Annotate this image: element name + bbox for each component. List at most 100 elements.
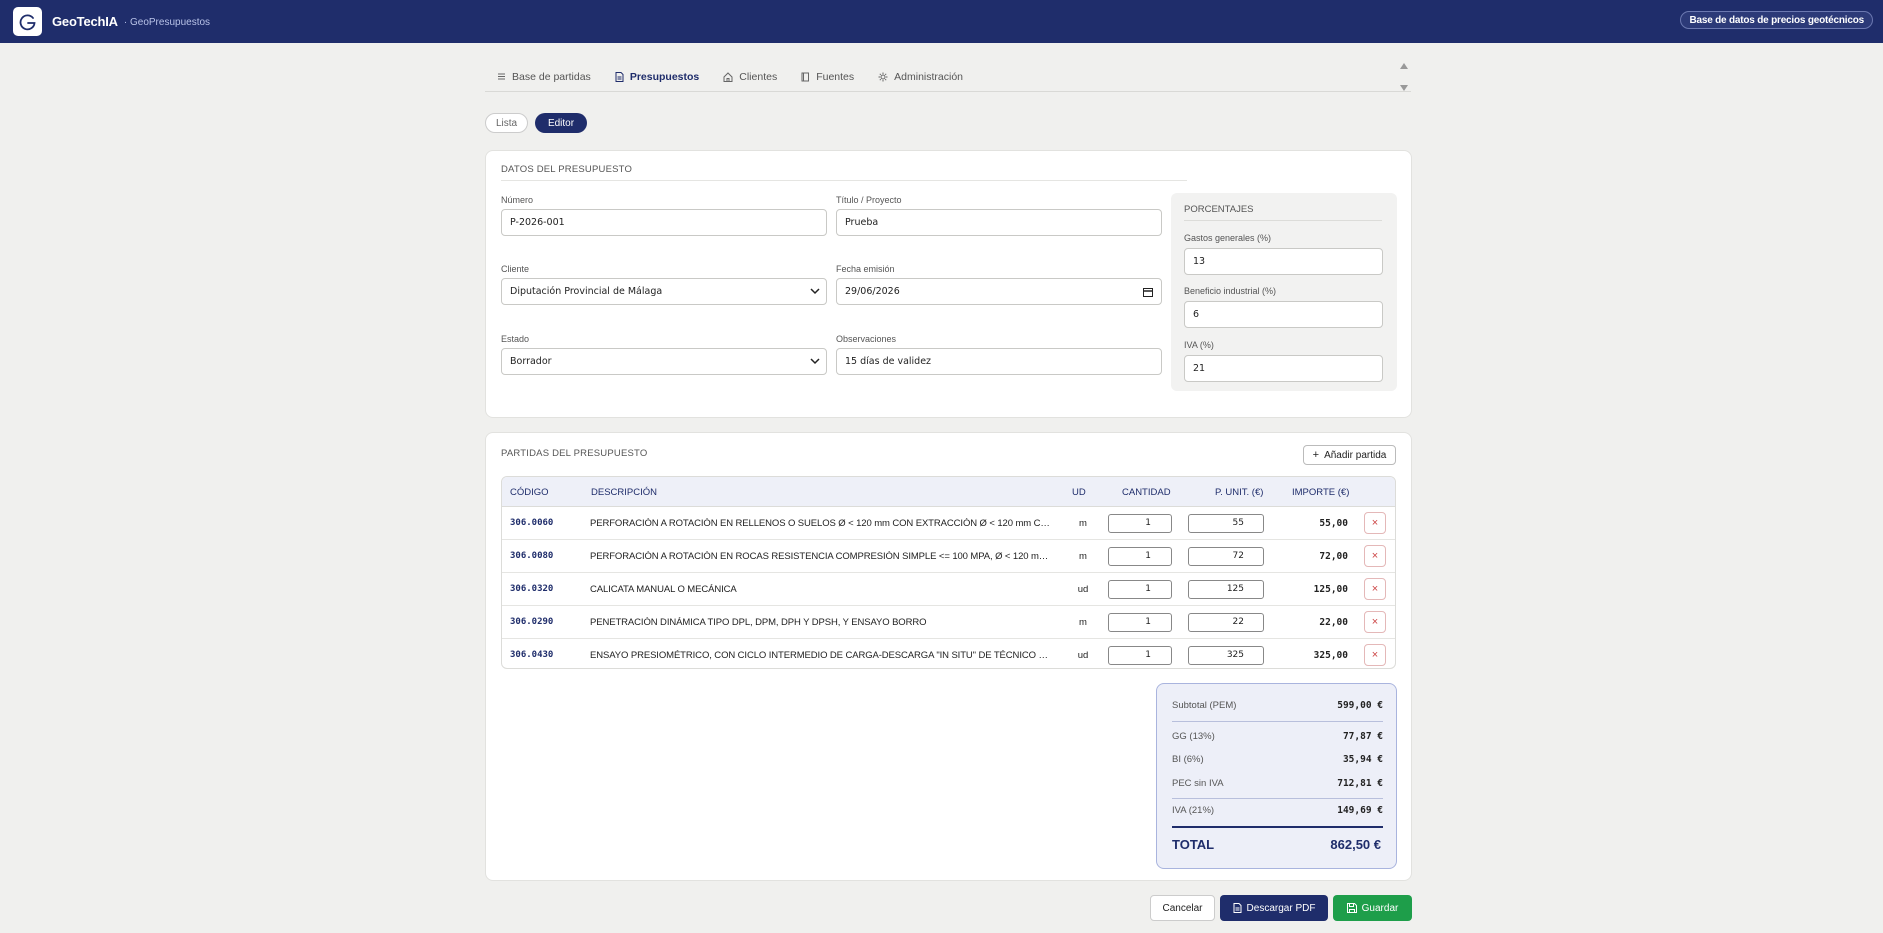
tabs-scroller[interactable]: [1398, 62, 1410, 92]
item-quantity-input[interactable]: 1: [1108, 514, 1172, 533]
gg-total-value: 77,87 €: [1342, 731, 1383, 742]
section-title: PARTIDAS DEL PRESUPUESTO: [501, 448, 648, 459]
section-title: DATOS DEL PRESUPUESTO: [501, 164, 1187, 181]
table-row: 306.0320 CALICATA MANUAL O MECÁNICA ud 1…: [502, 573, 1395, 606]
item-description: ENSAYO PRESIOMÉTRICO, CON CICLO INTERMED…: [590, 650, 1050, 661]
estado-select[interactable]: Borrador: [501, 348, 827, 375]
tab-base-partidas[interactable]: Base de partidas: [485, 62, 603, 92]
item-unit: m: [1079, 551, 1087, 562]
item-quantity-input[interactable]: 1: [1108, 646, 1172, 665]
bi-total-label: BI (6%): [1172, 754, 1204, 765]
tab-label: Administración: [894, 70, 964, 83]
item-description: PERFORACIÓN A ROTACIÓN EN ROCAS RESISTEN…: [590, 551, 1050, 562]
item-unit: ud: [1077, 650, 1089, 661]
view-lista-button[interactable]: Lista: [485, 113, 528, 133]
tab-fuentes[interactable]: Fuentes: [789, 62, 866, 92]
tab-presupuestos[interactable]: Presupuestos: [603, 62, 711, 92]
item-amount: 125,00: [1313, 584, 1348, 595]
cancel-button[interactable]: Cancelar: [1150, 895, 1215, 921]
delete-row-button[interactable]: ×: [1364, 644, 1386, 666]
table-row: 306.0060 PERFORACIÓN A ROTACIÓN EN RELLE…: [502, 507, 1395, 540]
total-divider: [1172, 826, 1383, 828]
delete-row-button[interactable]: ×: [1364, 578, 1386, 600]
col-descripcion[interactable]: DESCRIPCIÓN: [591, 487, 657, 498]
iva-label: IVA (%): [1184, 340, 1214, 350]
item-unit-price-input[interactable]: 55: [1188, 514, 1264, 533]
brand-name: GeoTechIA: [52, 14, 118, 29]
numero-input[interactable]: P-2026-001: [501, 209, 827, 236]
col-cantidad[interactable]: CANTIDAD: [1122, 487, 1171, 498]
save-icon: [1346, 903, 1357, 913]
document-icon: [615, 71, 624, 82]
top-bar: GeoTechIA · GeoPresupuestos Base de dato…: [0, 0, 1883, 43]
percentages-title: PORCENTAJES: [1184, 204, 1382, 221]
fecha-value: 29/06/2026: [845, 286, 900, 297]
gg-total-label: GG (13%): [1172, 731, 1215, 742]
main-tabs: Base de partidas Presupuestos Clientes F…: [485, 62, 1411, 92]
item-unit-price-input[interactable]: 22: [1188, 613, 1264, 632]
col-punit[interactable]: P. UNIT. (€): [1215, 487, 1263, 498]
delete-row-button[interactable]: ×: [1364, 611, 1386, 633]
home-icon: [723, 71, 733, 82]
save-button[interactable]: Guardar: [1333, 895, 1412, 921]
item-unit-price-input[interactable]: 325: [1188, 646, 1264, 665]
cliente-value: Diputación Provincial de Málaga: [510, 286, 663, 297]
item-quantity-input[interactable]: 1: [1108, 613, 1172, 632]
item-description: PENETRACIÓN DINÁMICA TIPO DPL, DPM, DPH …: [590, 617, 927, 628]
pec-label: PEC sin IVA: [1172, 778, 1224, 789]
divider: [1172, 721, 1383, 722]
total-label: TOTAL: [1172, 837, 1215, 852]
gg-input[interactable]: 13: [1184, 248, 1383, 275]
table-row: 306.0080 PERFORACIÓN A ROTACIÓN EN ROCAS…: [502, 540, 1395, 573]
delete-row-button[interactable]: ×: [1364, 512, 1386, 534]
download-pdf-button[interactable]: Descargar PDF: [1220, 895, 1328, 921]
document-icon: [1233, 903, 1242, 913]
chevron-down-icon: [810, 358, 820, 365]
calendar-icon[interactable]: [1143, 287, 1153, 297]
tab-label: Base de partidas: [512, 70, 591, 83]
items-table: CÓDIGO DESCRIPCIÓN UD CANTIDAD P. UNIT. …: [501, 476, 1396, 669]
numero-label: Número: [501, 195, 534, 205]
col-importe[interactable]: IMPORTE (€): [1292, 487, 1349, 498]
item-code: 306.0320: [510, 584, 554, 594]
bi-total-value: 35,94 €: [1342, 754, 1383, 765]
chevron-down-icon: [810, 288, 820, 295]
pec-row: PEC sin IVA 712,81 €: [1172, 778, 1383, 789]
delete-row-button[interactable]: ×: [1364, 545, 1386, 567]
iva-row: IVA (21%) 149,69 €: [1172, 805, 1383, 816]
table-header: CÓDIGO DESCRIPCIÓN UD CANTIDAD P. UNIT. …: [502, 477, 1395, 507]
divider: [1172, 798, 1383, 799]
titulo-input[interactable]: Prueba: [836, 209, 1162, 236]
subtotal-value: 599,00 €: [1337, 700, 1383, 711]
scroll-down-icon[interactable]: [1399, 84, 1409, 92]
bi-input[interactable]: 6: [1184, 301, 1383, 328]
item-amount: 325,00: [1313, 650, 1348, 661]
fecha-label: Fecha emisión: [836, 264, 895, 274]
cliente-select[interactable]: Diputación Provincial de Málaga: [501, 278, 827, 305]
tab-label: Clientes: [739, 70, 778, 83]
subtotal-row: Subtotal (PEM) 599,00 €: [1172, 700, 1383, 711]
item-unit-price-input[interactable]: 72: [1188, 547, 1264, 566]
add-item-button[interactable]: + Añadir partida: [1303, 445, 1396, 465]
tab-administracion[interactable]: Administración: [866, 62, 975, 92]
table-row: 306.0290 PENETRACIÓN DINÁMICA TIPO DPL, …: [502, 606, 1395, 639]
view-editor-button[interactable]: Editor: [535, 113, 587, 133]
app-subtitle: · GeoPresupuestos: [123, 17, 211, 28]
iva-input[interactable]: 21: [1184, 355, 1383, 382]
scroll-up-icon[interactable]: [1399, 62, 1409, 70]
app-logo[interactable]: [13, 7, 42, 36]
price-database-button[interactable]: Base de datos de precios geotécnicos: [1680, 11, 1873, 29]
tab-clientes[interactable]: Clientes: [711, 62, 789, 92]
plus-icon: +: [1312, 449, 1320, 461]
col-codigo[interactable]: CÓDIGO: [510, 487, 549, 498]
item-unit-price-input[interactable]: 125: [1188, 580, 1264, 599]
item-quantity-input[interactable]: 1: [1108, 580, 1172, 599]
observaciones-input[interactable]: 15 días de validez: [836, 348, 1162, 375]
pec-value: 712,81 €: [1337, 778, 1383, 789]
item-description: CALICATA MANUAL O MECÁNICA: [590, 584, 737, 595]
item-quantity-input[interactable]: 1: [1108, 547, 1172, 566]
gg-label: Gastos generales (%): [1184, 233, 1272, 243]
gear-icon: [878, 72, 888, 81]
col-ud[interactable]: UD: [1072, 487, 1086, 498]
fecha-input[interactable]: 29/06/2026: [836, 278, 1162, 305]
